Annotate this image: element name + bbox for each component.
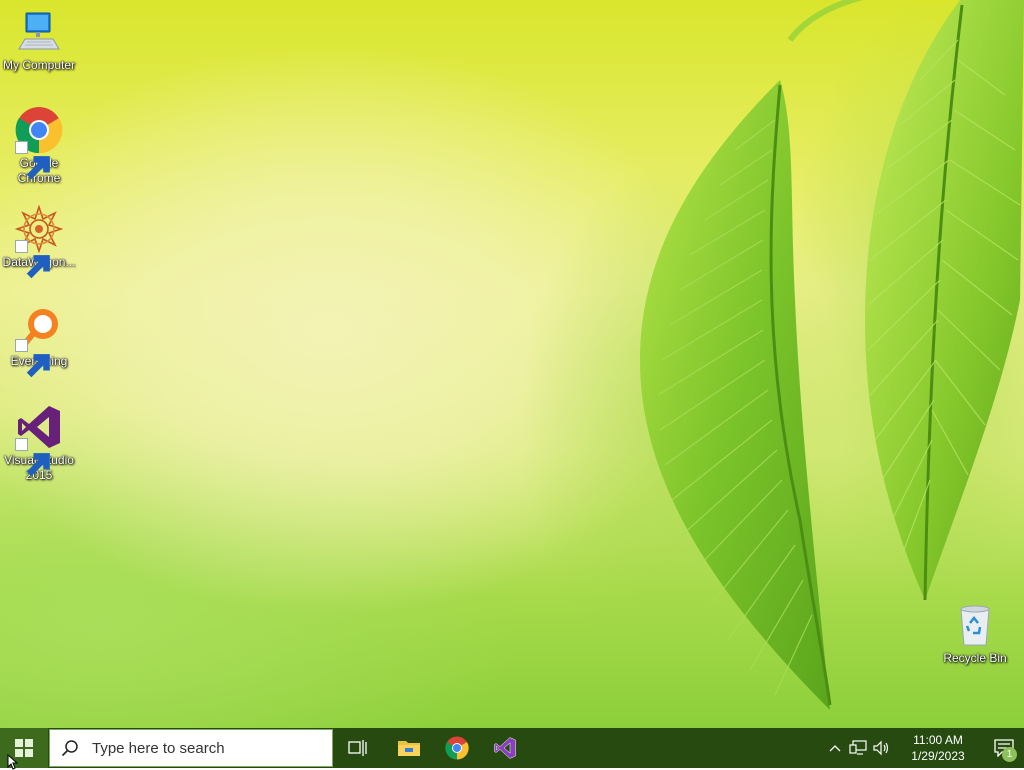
everything-search-icon	[15, 304, 63, 378]
notification-badge: 1	[1002, 747, 1017, 762]
search-input[interactable]	[90, 738, 324, 758]
shortcut-arrow-icon	[15, 141, 50, 180]
task-view-button[interactable]	[334, 728, 382, 768]
desktop-icon-recycle-bin[interactable]: Recycle Bin	[937, 601, 1013, 666]
clock[interactable]: 11:00 AM 1/29/2023	[892, 732, 984, 764]
file-explorer-button[interactable]	[385, 728, 433, 768]
visual-studio-icon	[15, 403, 63, 477]
shortcut-arrow-icon	[15, 240, 50, 279]
datawagon-icon	[15, 205, 63, 279]
recycle-bin-icon	[951, 601, 999, 649]
chrome-icon	[15, 106, 63, 180]
wallpaper-leaves-image	[520, 0, 1024, 710]
network-icon	[848, 740, 867, 755]
desktop[interactable]: My Computer Google Chrome DataWagon... E…	[0, 0, 1024, 728]
chrome-icon	[445, 736, 469, 760]
desktop-icon-datawagon[interactable]: DataWagon...	[1, 205, 77, 279]
desktop-icon-label: My Computer	[2, 58, 76, 72]
shortcut-arrow-icon	[15, 438, 50, 477]
clock-time: 11:00 AM	[913, 733, 963, 747]
desktop-icon-my-computer[interactable]: My Computer	[1, 8, 77, 73]
clock-date: 1/29/2023	[911, 749, 965, 763]
desktop-icon-visual-studio-2015[interactable]: Visual Studio 2015	[1, 403, 77, 483]
visual-studio-taskbar-button[interactable]	[481, 728, 529, 768]
action-center-button[interactable]: 1	[984, 728, 1024, 768]
chrome-taskbar-button[interactable]	[433, 728, 481, 768]
desktop-icon-label: Recycle Bin	[943, 651, 1007, 665]
monitor-icon	[15, 8, 63, 56]
desktop-icon-google-chrome[interactable]: Google Chrome	[1, 106, 77, 186]
chevron-up-icon	[829, 745, 840, 752]
taskbar-search-box[interactable]	[49, 729, 333, 767]
folder-icon	[398, 741, 420, 756]
task-view-icon	[348, 740, 367, 756]
desktop-icon-everything[interactable]: Everything	[1, 304, 77, 378]
volume-button[interactable]	[869, 728, 892, 768]
show-hidden-icons-button[interactable]	[823, 728, 846, 768]
taskbar: 11:00 AM 1/29/2023 1	[0, 728, 1024, 768]
volume-icon	[872, 740, 888, 756]
shortcut-arrow-icon	[15, 339, 50, 378]
network-button[interactable]	[846, 728, 869, 768]
system-tray: 11:00 AM 1/29/2023 1	[823, 728, 1024, 768]
search-icon	[50, 739, 90, 757]
visual-studio-icon	[494, 737, 516, 759]
